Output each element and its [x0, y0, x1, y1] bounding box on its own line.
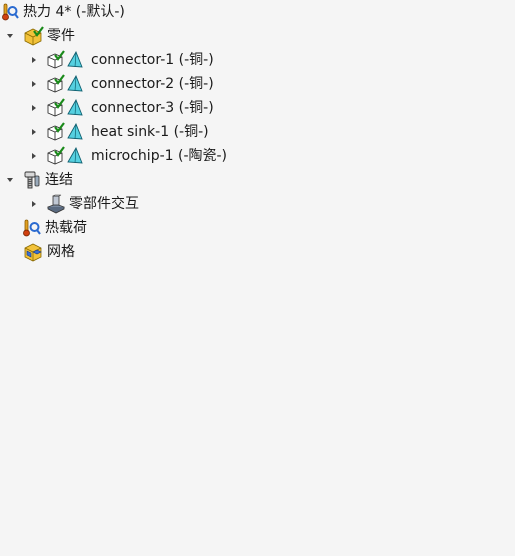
- expand-arrow-icon[interactable]: [28, 150, 40, 162]
- part-item[interactable]: connector-2 (-铜-): [28, 72, 214, 96]
- mesh-node[interactable]: 网格: [22, 240, 75, 264]
- mesh-icon: [22, 242, 44, 262]
- simulation-tree: 热力 4* (-默认-) 零件 connector-1 (-铜-) connec…: [0, 0, 515, 556]
- connections-folder-label: 连结: [45, 172, 73, 188]
- part-item[interactable]: microchip-1 (-陶瓷-): [28, 144, 227, 168]
- part-label: connector-1 (-铜-): [91, 52, 214, 68]
- thermal-loads-icon: [22, 218, 42, 238]
- mesh-label: 网格: [47, 244, 75, 260]
- solid-body-icon: [46, 122, 88, 142]
- expand-arrow-icon[interactable]: [28, 126, 40, 138]
- study-node[interactable]: 热力 4* (-默认-): [0, 0, 125, 24]
- collapse-arrow-icon[interactable]: [4, 174, 16, 186]
- connections-icon: [22, 170, 42, 190]
- part-item[interactable]: connector-1 (-铜-): [28, 48, 214, 72]
- solid-body-icon: [46, 74, 88, 94]
- thermal-loads-node[interactable]: 热载荷: [22, 216, 87, 240]
- part-label: microchip-1 (-陶瓷-): [91, 148, 228, 164]
- part-item[interactable]: heat sink-1 (-铜-): [28, 120, 209, 144]
- study-label: 热力 4* (-默认-): [23, 4, 125, 20]
- thermal-loads-label: 热载荷: [45, 220, 87, 236]
- part-label: connector-2 (-铜-): [91, 76, 214, 92]
- expand-arrow-icon[interactable]: [28, 198, 40, 210]
- expand-arrow-icon[interactable]: [28, 54, 40, 66]
- part-label: connector-3 (-铜-): [91, 100, 214, 116]
- component-interaction-icon: [46, 194, 66, 214]
- expand-arrow-icon[interactable]: [28, 102, 40, 114]
- collapse-arrow-icon[interactable]: [4, 30, 16, 42]
- part-label: heat sink-1 (-铜-): [91, 124, 209, 140]
- solid-body-icon: [46, 50, 88, 70]
- thermal-study-icon: [0, 2, 20, 22]
- parts-folder-icon: [22, 26, 44, 46]
- component-interaction-item[interactable]: 零部件交互: [28, 192, 139, 216]
- solid-body-icon: [46, 98, 88, 118]
- solid-body-icon: [46, 146, 88, 166]
- parts-folder[interactable]: 零件: [4, 24, 75, 48]
- parts-folder-label: 零件: [47, 28, 75, 44]
- part-item[interactable]: connector-3 (-铜-): [28, 96, 214, 120]
- connections-folder[interactable]: 连结: [4, 168, 73, 192]
- expand-arrow-icon[interactable]: [28, 78, 40, 90]
- component-interaction-label: 零部件交互: [69, 196, 139, 212]
